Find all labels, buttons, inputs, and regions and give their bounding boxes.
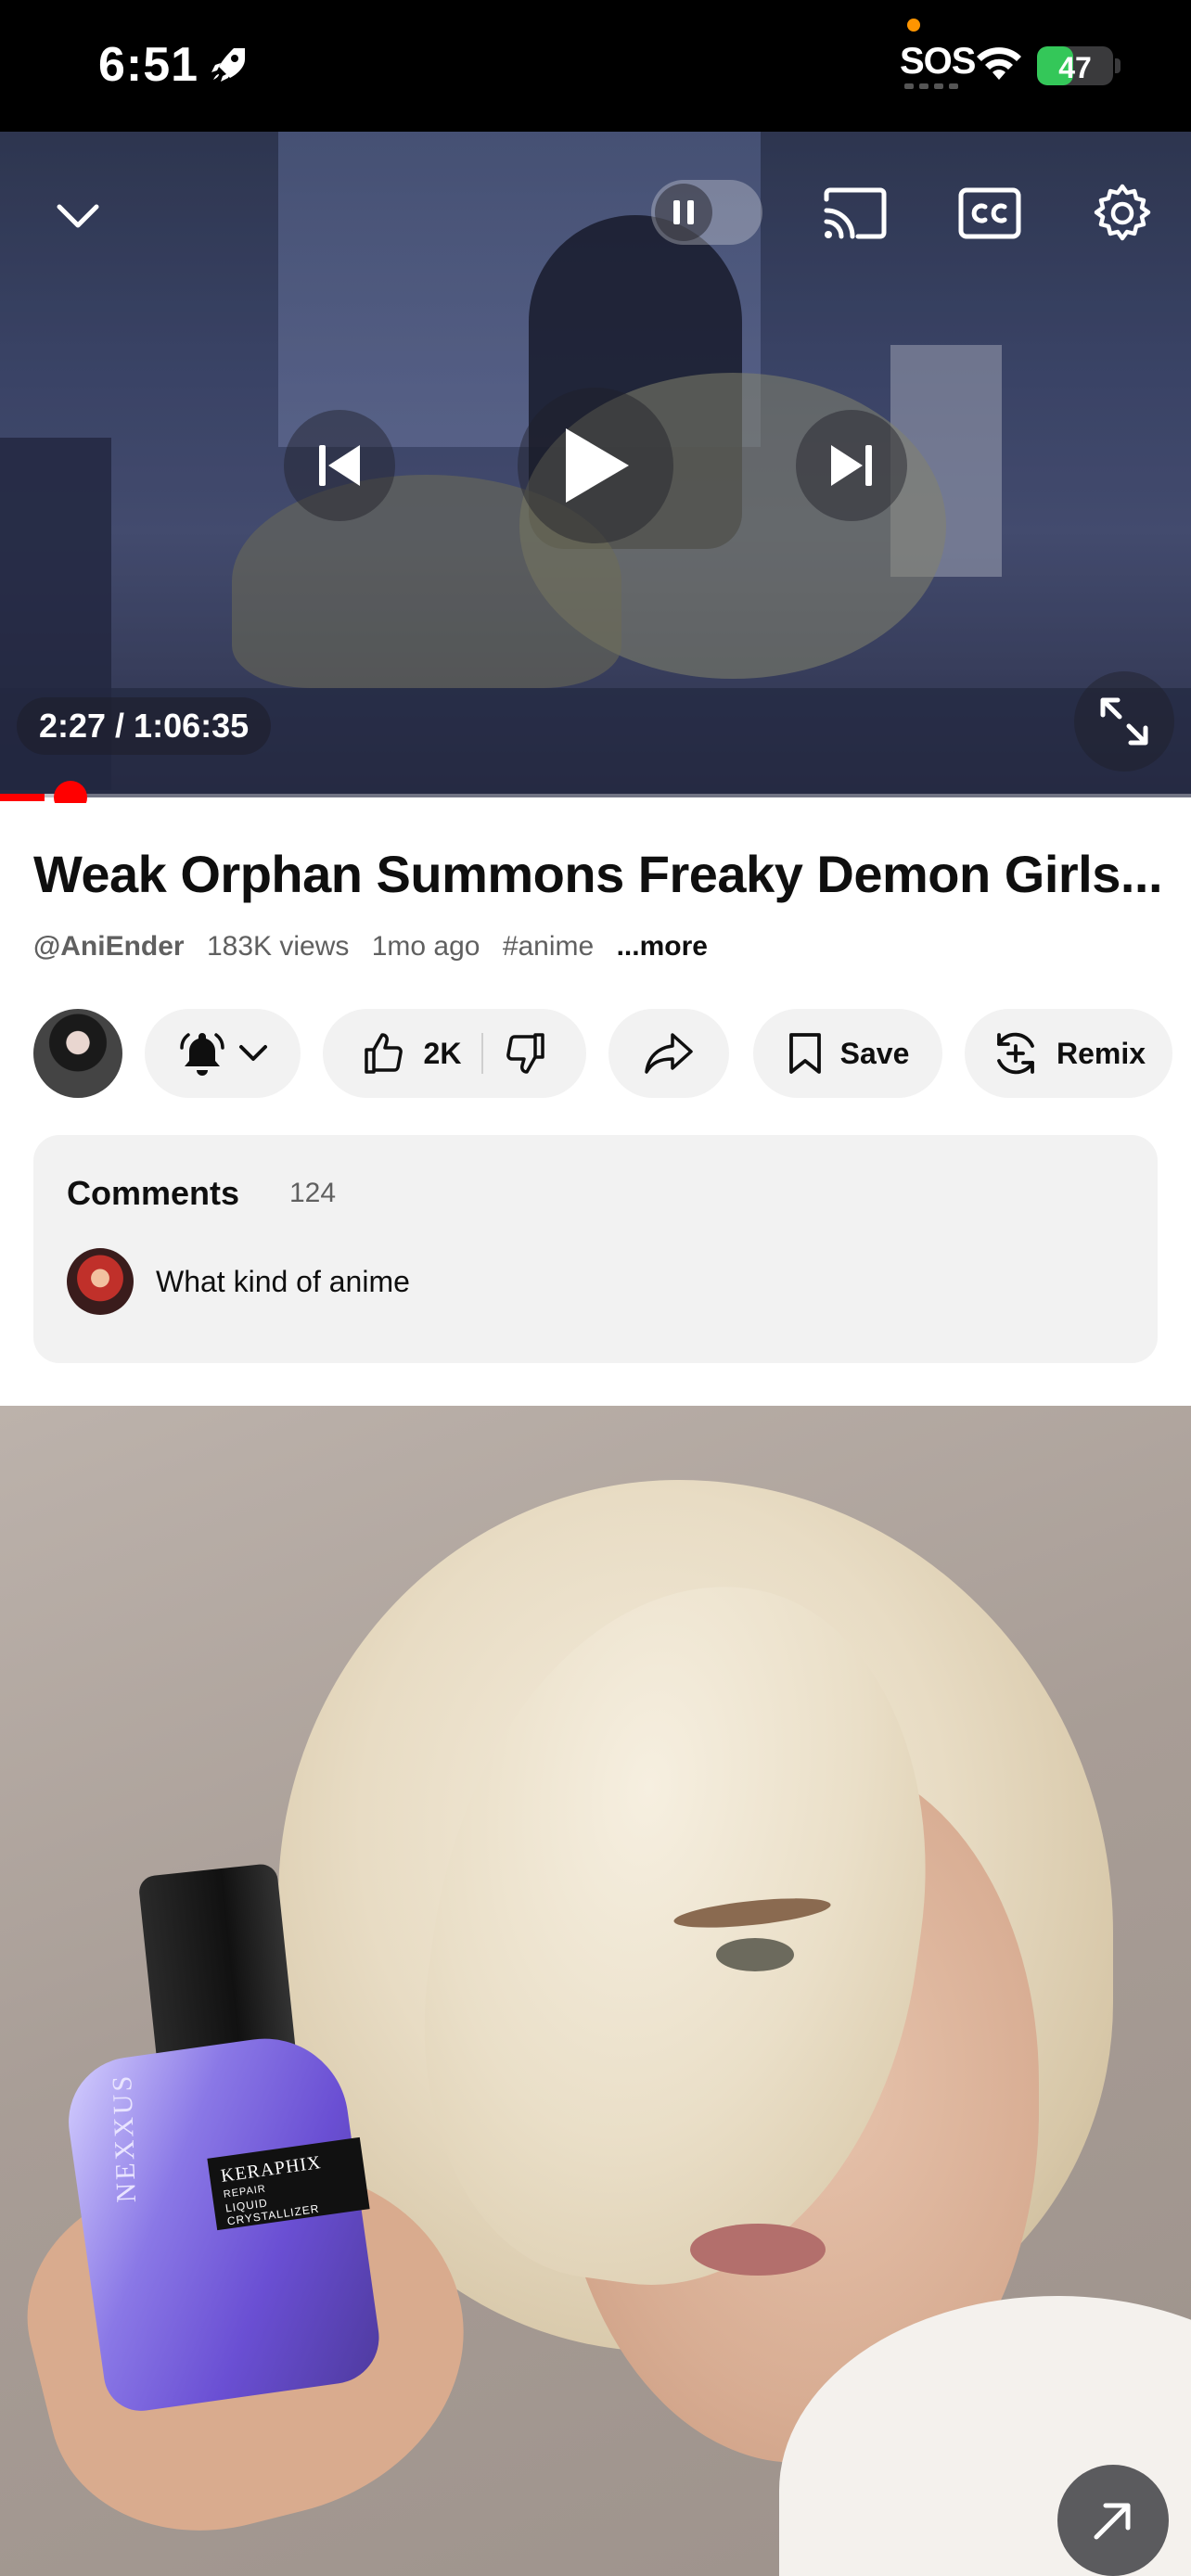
- like-dislike-group: 2K: [323, 1009, 586, 1098]
- view-count: 183K views: [206, 931, 350, 962]
- ad-open-button[interactable]: [1057, 2465, 1169, 2576]
- autoplay-toggle[interactable]: [651, 180, 762, 245]
- skip-next-icon: [831, 445, 872, 486]
- comments-panel[interactable]: Comments 124 What kind of anime: [33, 1135, 1158, 1363]
- bookmark-icon: [788, 1033, 821, 1074]
- bell-icon: [180, 1033, 224, 1076]
- status-time: 6:51: [98, 38, 199, 92]
- battery-icon: 47: [1037, 46, 1113, 85]
- top-comment-text: What kind of anime: [156, 1265, 410, 1298]
- rocket-icon: [211, 48, 245, 82]
- thumbs-up-icon[interactable]: [361, 1031, 405, 1076]
- cast-icon: [824, 187, 887, 239]
- battery-percentage: 47: [1058, 51, 1092, 84]
- previous-video-button[interactable]: [284, 410, 395, 521]
- timecode: 2:27 / 1:06:35: [17, 697, 272, 755]
- action-bar: 2K Save Remix: [0, 1007, 1191, 1100]
- chevron-down-icon: [239, 1045, 267, 1061]
- battery-tip: [1115, 58, 1121, 73]
- autoplay-knob: [655, 184, 712, 241]
- next-video-button[interactable]: [796, 410, 907, 521]
- fullscreen-icon: [1100, 697, 1148, 746]
- settings-button[interactable]: [1089, 180, 1156, 247]
- comments-header: Comments: [67, 1174, 240, 1212]
- ad-banner[interactable]: KERAPHIX REPAIR LIQUID CRYSTALLIZER NEXX…: [0, 1406, 1191, 2576]
- remix-button[interactable]: Remix: [965, 1009, 1172, 1098]
- play-icon: [566, 428, 629, 503]
- privacy-indicator-dot: [907, 19, 920, 32]
- progress-played: [0, 794, 45, 801]
- minimize-player-button[interactable]: [48, 187, 108, 247]
- remix-icon: [997, 1032, 1034, 1075]
- like-count: 2K: [423, 1036, 462, 1070]
- video-info: Weak Orphan Summons Freaky Demon Girls..…: [0, 803, 1191, 1406]
- commenter-avatar: [67, 1248, 134, 1315]
- video-player[interactable]: 2:27 / 1:06:35: [0, 132, 1191, 797]
- notifications-button[interactable]: [145, 1009, 301, 1098]
- share-button[interactable]: [608, 1009, 729, 1098]
- channel-avatar[interactable]: [33, 1009, 122, 1098]
- share-icon: [645, 1033, 693, 1074]
- channel-handle[interactable]: @AniEnder: [33, 931, 185, 962]
- ad-image-eye: [716, 1938, 794, 1971]
- gear-icon: [1094, 184, 1151, 241]
- play-button[interactable]: [518, 388, 673, 543]
- wifi-icon: [977, 47, 1021, 80]
- cast-button[interactable]: [820, 184, 890, 243]
- ad-image-lips: [690, 2224, 826, 2276]
- upload-age: 1mo ago: [371, 931, 480, 962]
- hashtag-link[interactable]: #anime: [503, 931, 594, 962]
- status-bar: 6:51 SOS 47: [0, 0, 1191, 132]
- comments-count: 124: [289, 1178, 337, 1208]
- pause-icon: [673, 200, 694, 224]
- screen: 6:51 SOS 47 2:27 / 1:06:35 Weak Orphan S…: [0, 0, 1191, 2576]
- video-title[interactable]: Weak Orphan Summons Freaky Demon Girls..…: [33, 844, 1165, 904]
- captions-button[interactable]: [957, 184, 1022, 243]
- sos-label: SOS: [900, 41, 976, 82]
- more-link[interactable]: ...more: [617, 931, 708, 962]
- fullscreen-button[interactable]: [1074, 671, 1174, 772]
- thumbs-down-icon[interactable]: [504, 1031, 548, 1076]
- progress-bar[interactable]: [0, 794, 1191, 801]
- save-button[interactable]: Save: [753, 1009, 942, 1098]
- chevron-down-icon: [57, 204, 99, 228]
- save-label: Save: [839, 1036, 910, 1070]
- cc-icon: [958, 187, 1021, 239]
- ad-brand-name: NEXXUS: [107, 2072, 142, 2203]
- open-external-icon: [1094, 2503, 1131, 2540]
- remix-label: Remix: [1056, 1036, 1146, 1070]
- video-metadata[interactable]: @AniEnder 183K views 1mo ago #anime ...m…: [33, 931, 723, 963]
- cellular-dots: [904, 83, 958, 89]
- skip-previous-icon: [319, 445, 360, 486]
- like-divider: [481, 1033, 484, 1074]
